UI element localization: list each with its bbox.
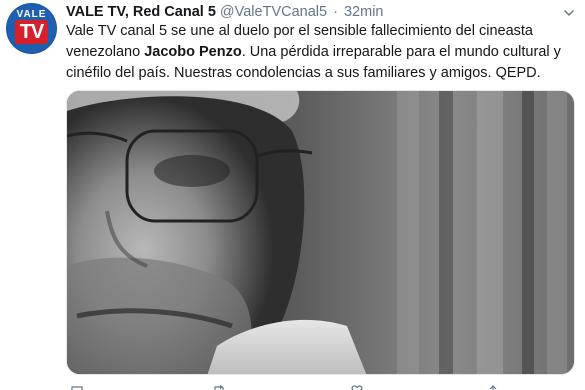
tweet-media-photo[interactable] xyxy=(66,90,575,375)
like-icon[interactable] xyxy=(350,382,364,390)
tweet-text-bold-name[interactable]: Jacobo Penzo xyxy=(144,44,242,60)
reply-icon[interactable] xyxy=(70,382,84,390)
tweet-header: VALE TV, Red Canal 5 @ValeTVCanal5 · 32m… xyxy=(66,2,383,22)
author-handle[interactable]: @ValeTVCanal5 xyxy=(220,4,327,20)
header-separator: · xyxy=(333,4,338,20)
avatar-logo-top: VALE xyxy=(16,9,47,20)
tweet-actions xyxy=(66,380,575,390)
avatar[interactable]: VALE TV xyxy=(6,3,57,54)
tweet-text: Vale TV canal 5 se une al duelo por el s… xyxy=(66,21,576,84)
retweet-icon[interactable] xyxy=(212,382,226,390)
tweet-timestamp[interactable]: 32min xyxy=(344,4,384,20)
chevron-down-icon[interactable] xyxy=(563,6,575,18)
tweet[interactable]: VALE TV VALE TV, Red Canal 5 @ValeTVCana… xyxy=(0,0,585,390)
author-name[interactable]: VALE TV, Red Canal 5 xyxy=(66,4,216,20)
avatar-logo-tv: TV xyxy=(15,20,48,44)
portrait-photo xyxy=(67,91,574,374)
share-icon[interactable] xyxy=(486,382,500,390)
